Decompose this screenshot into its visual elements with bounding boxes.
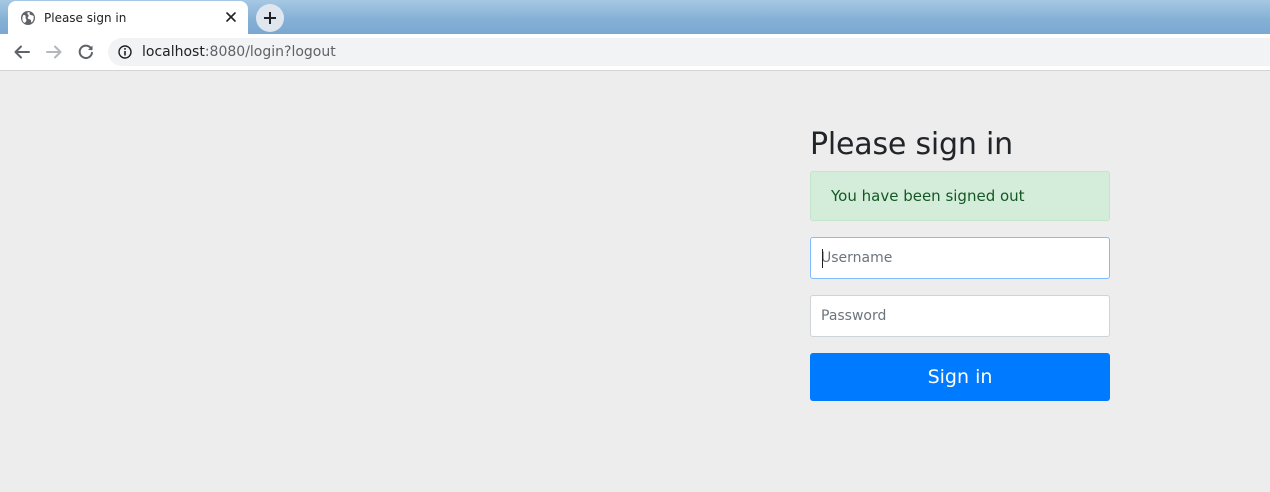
browser-tabstrip: Please sign in — [0, 0, 1270, 34]
alert-text: You have been signed out — [831, 187, 1025, 205]
address-bar[interactable]: localhost:8080/login?logout — [108, 38, 1270, 66]
arrow-right-icon — [46, 45, 62, 59]
address-url: localhost:8080/login?logout — [142, 44, 336, 60]
username-input[interactable] — [811, 238, 1109, 278]
password-input[interactable] — [811, 296, 1109, 336]
arrow-left-icon — [14, 45, 30, 59]
forward-button[interactable] — [44, 42, 64, 62]
browser-toolbar: localhost:8080/login?logout — [0, 34, 1270, 71]
page-body: Please sign in You have been signed out … — [0, 71, 1270, 492]
close-icon[interactable] — [223, 9, 239, 25]
text-caret — [822, 249, 823, 268]
tab-title: Please sign in — [44, 11, 127, 25]
username-field — [810, 237, 1110, 279]
new-tab-button[interactable] — [256, 4, 284, 32]
signed-out-alert: You have been signed out — [810, 171, 1110, 221]
url-path: :8080/login?logout — [204, 44, 336, 60]
sign-in-button[interactable]: Sign in — [810, 353, 1110, 401]
url-host: localhost — [142, 44, 205, 60]
password-field — [810, 295, 1110, 337]
page-title: Please sign in — [810, 127, 1013, 162]
browser-tab[interactable]: Please sign in — [8, 1, 248, 34]
info-icon[interactable] — [118, 45, 132, 59]
reload-button[interactable] — [76, 42, 96, 62]
back-button[interactable] — [12, 42, 32, 62]
globe-icon — [21, 11, 35, 25]
plus-icon — [264, 12, 276, 24]
reload-icon — [78, 44, 93, 59]
